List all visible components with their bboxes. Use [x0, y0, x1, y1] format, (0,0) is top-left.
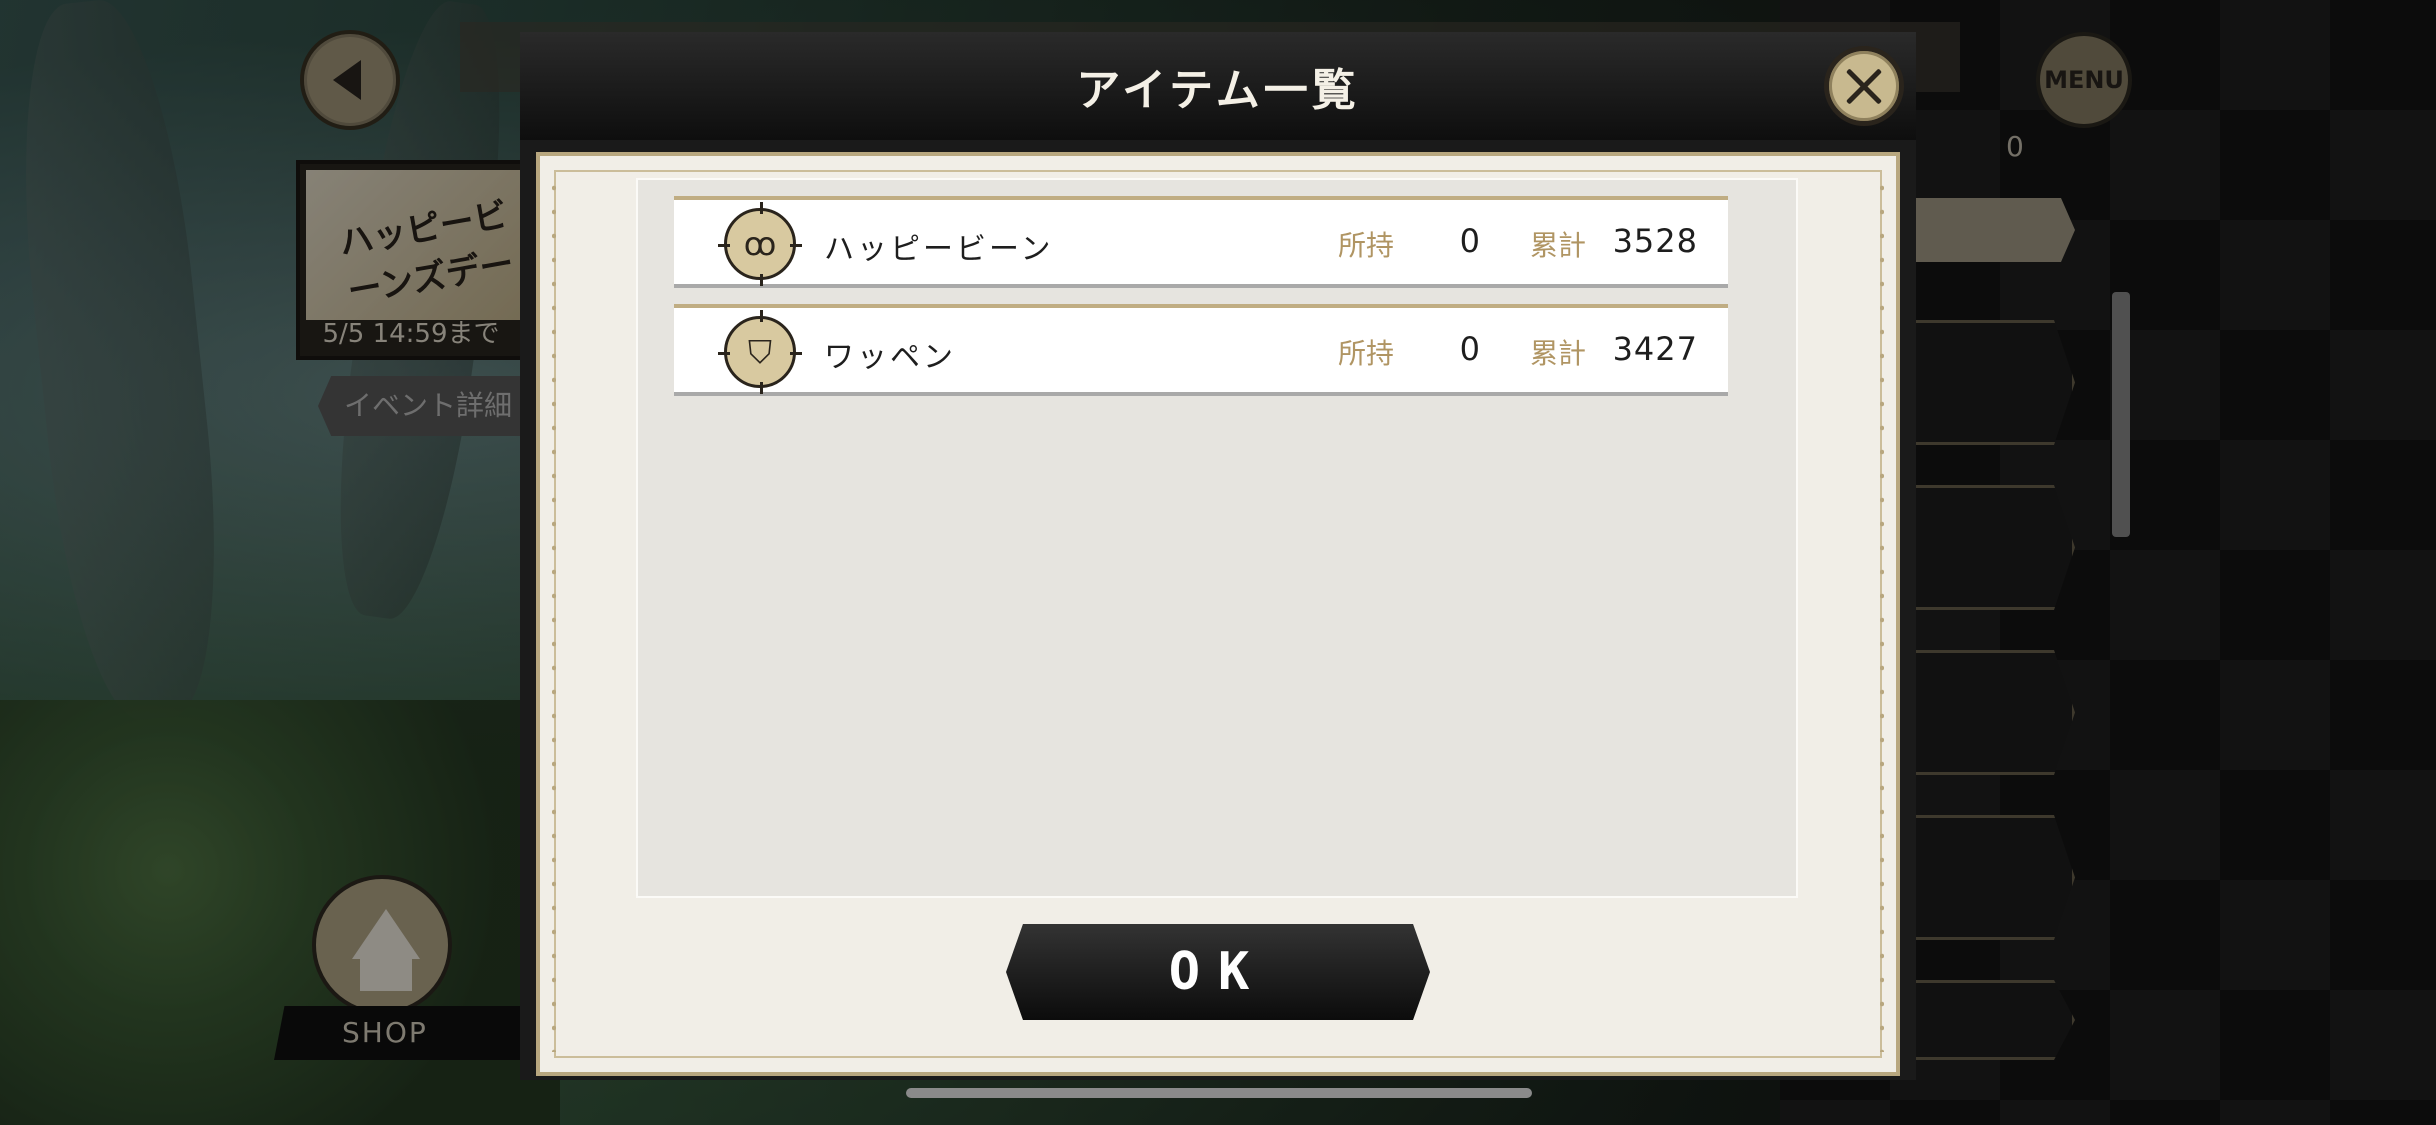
owned-label: 所持	[1338, 337, 1395, 370]
close-button[interactable]	[1824, 46, 1904, 126]
owned-value: 0	[1459, 222, 1480, 260]
ok-button[interactable]: OK	[1006, 924, 1430, 1020]
item-name: ハッピービーン	[824, 232, 1054, 267]
dotted-border-left	[552, 176, 556, 1052]
list-item: ⛉ ワッペン 所持 0 累計 3427	[674, 304, 1728, 396]
owned-value: 0	[1459, 330, 1480, 368]
list-item: ꝏ ハッピービーン 所持 0 累計 3528	[674, 196, 1728, 288]
modal-title: アイテム一覧	[1076, 65, 1360, 116]
home-indicator[interactable]	[906, 1088, 1532, 1098]
total-value: 3528	[1612, 222, 1698, 260]
dotted-border-right	[1880, 176, 1884, 1052]
owned-label: 所持	[1338, 229, 1395, 262]
item-name: ワッペン	[824, 340, 956, 375]
ok-label: OK	[1168, 942, 1268, 1002]
total-value: 3427	[1612, 330, 1698, 368]
bean-icon: ꝏ	[718, 202, 802, 286]
badge-icon: ⛉	[718, 310, 802, 394]
